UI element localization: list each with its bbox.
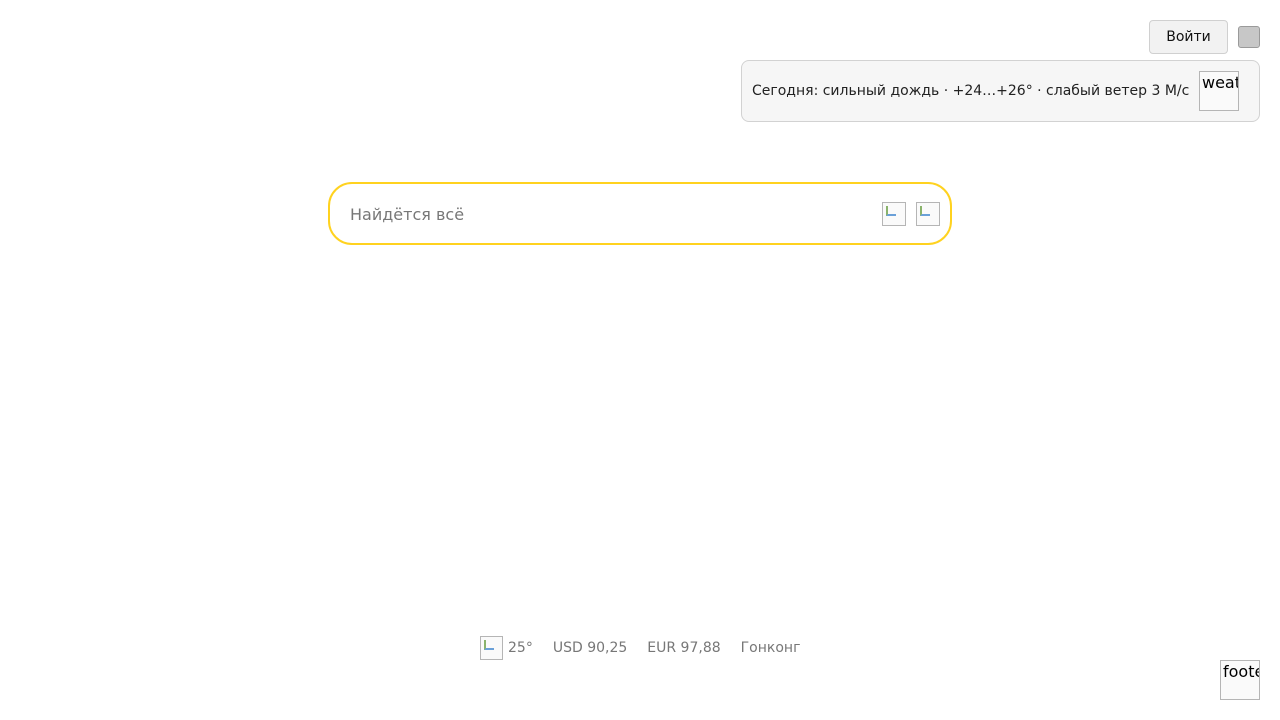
footer-image-icon: foote — [1220, 660, 1260, 700]
keyboard-icon[interactable] — [882, 202, 906, 226]
footer-usd-rate[interactable]: USD 90,25 — [553, 640, 627, 656]
weather-image-icon: weat — [1199, 71, 1239, 111]
weather-icon[interactable] — [480, 636, 503, 660]
footer-eur-rate[interactable]: EUR 97,88 — [647, 640, 720, 656]
weather-forecast-text: Сегодня: сильный дождь · +24…+26° · слаб… — [752, 83, 1190, 99]
login-button[interactable]: Войти — [1149, 20, 1228, 54]
search-input[interactable] — [348, 199, 848, 229]
menu-icon[interactable] — [1238, 26, 1260, 48]
footer-city[interactable]: Гонконг — [741, 640, 801, 656]
footer-informer: 25° USD 90,25 EUR 97,88 Гонконг — [480, 636, 800, 660]
search-box — [328, 182, 952, 245]
voice-search-icon[interactable] — [916, 202, 940, 226]
footer-temperature[interactable]: 25° — [508, 640, 533, 656]
weather-banner[interactable]: Сегодня: сильный дождь · +24…+26° · слаб… — [741, 60, 1260, 122]
